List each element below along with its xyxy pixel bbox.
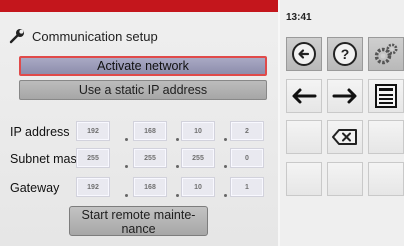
back-circle-icon <box>291 41 317 67</box>
empty-key <box>286 120 322 154</box>
subnet-octet-2-field[interactable]: 255 <box>133 148 167 168</box>
wrench-icon <box>8 27 26 45</box>
save-button[interactable] <box>368 79 404 113</box>
subnet-mask-label: Subnet mask <box>10 152 83 166</box>
help-icon: ? <box>332 41 358 67</box>
gateway-label: Gateway <box>10 181 60 195</box>
gateway-octet-4-field[interactable]: 1 <box>230 177 264 197</box>
page-title: Communication setup <box>32 28 158 44</box>
octet-separator <box>224 138 227 141</box>
ip-octet-4-field[interactable]: 2 <box>230 121 264 141</box>
octet-separator <box>176 165 179 168</box>
clock-time: 13:41 <box>286 12 312 23</box>
octet-separator <box>176 138 179 141</box>
status-bar-red <box>0 0 278 12</box>
subnet-octet-1-field[interactable]: 255 <box>76 148 110 168</box>
gateway-octet-2-field[interactable]: 168 <box>133 177 167 197</box>
backspace-button[interactable] <box>327 120 363 154</box>
octet-separator <box>176 194 179 197</box>
subnet-mask-row: Subnet mask 255 255 255 0 <box>0 146 278 172</box>
activate-network-button[interactable]: Activate network <box>19 56 267 76</box>
ip-octet-3-field[interactable]: 10 <box>181 121 215 141</box>
start-remote-maintenance-button[interactable]: Start remote mainte- nance <box>69 206 208 236</box>
gateway-octet-1-field[interactable]: 192 <box>76 177 110 197</box>
subnet-octet-3-field[interactable]: 255 <box>181 148 215 168</box>
empty-key <box>327 162 363 196</box>
back-button[interactable] <box>286 37 322 71</box>
arrow-left-icon <box>290 86 318 106</box>
arrow-right-icon <box>331 86 359 106</box>
save-disk-icon <box>374 83 398 109</box>
arrow-left-button[interactable] <box>286 79 322 113</box>
empty-key <box>286 162 322 196</box>
remote-maintenance-label: Start remote mainte- nance <box>81 208 196 236</box>
arrow-right-button[interactable] <box>327 79 363 113</box>
communication-setup-panel: Communication setup Activate network Use… <box>0 0 278 246</box>
gateway-octet-3-field[interactable]: 10 <box>181 177 215 197</box>
empty-key <box>368 162 404 196</box>
octet-separator <box>224 194 227 197</box>
octet-separator <box>125 138 128 141</box>
ip-octet-2-field[interactable]: 168 <box>133 121 167 141</box>
ip-octet-1-field[interactable]: 192 <box>76 121 110 141</box>
octet-separator <box>224 165 227 168</box>
gateway-row: Gateway 192 168 10 1 <box>0 175 278 201</box>
svg-text:?: ? <box>341 46 350 62</box>
octet-separator <box>125 194 128 197</box>
ip-address-label: IP address <box>10 125 70 139</box>
settings-gears-icon <box>372 40 400 68</box>
static-ip-button[interactable]: Use a static IP address <box>19 80 267 100</box>
backspace-icon <box>331 128 359 146</box>
settings-button[interactable] <box>368 37 404 71</box>
help-button[interactable]: ? <box>327 37 363 71</box>
empty-key <box>368 120 404 154</box>
subnet-octet-4-field[interactable]: 0 <box>230 148 264 168</box>
device-screen: Communication setup Activate network Use… <box>0 0 404 246</box>
octet-separator <box>125 165 128 168</box>
page-header: Communication setup <box>8 27 158 45</box>
ip-address-row: IP address 192 168 10 2 <box>0 119 278 145</box>
